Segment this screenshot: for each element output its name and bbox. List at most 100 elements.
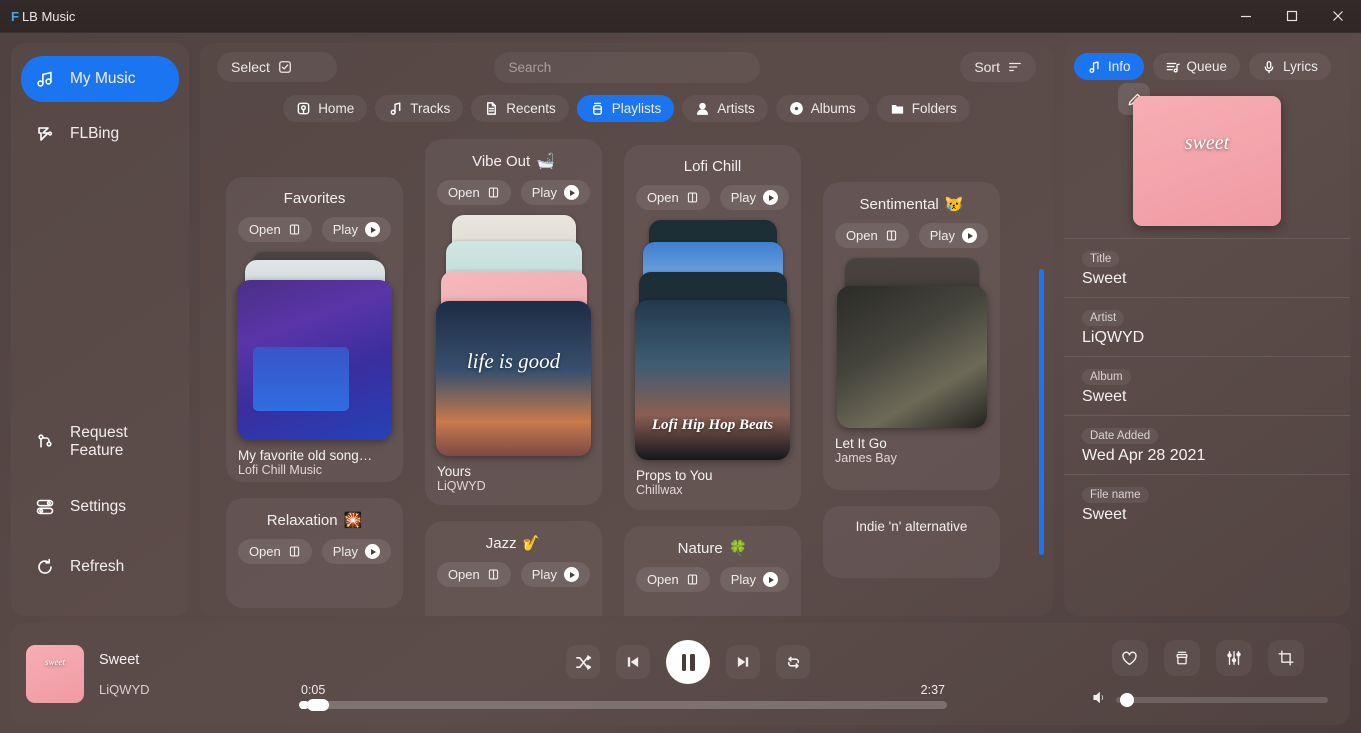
tab-label: Tracks: [410, 101, 451, 116]
volume-handle[interactable]: [1120, 693, 1135, 707]
playlist-card-favorites[interactable]: Favorites Open Play My favorite old song…: [226, 177, 403, 482]
tab-folders[interactable]: Folders: [876, 95, 970, 122]
playlist-open-button[interactable]: Open: [237, 217, 312, 242]
next-button[interactable]: [726, 645, 760, 679]
playlist-card-vibe-out[interactable]: Vibe Out 🛁 Open Play life is good Yours …: [425, 139, 602, 505]
pause-button[interactable]: [666, 640, 710, 684]
miniplayer-button[interactable]: [1267, 640, 1304, 676]
tab-queue[interactable]: Queue: [1152, 53, 1241, 80]
shuffle-button[interactable]: [566, 645, 600, 679]
tab-artists[interactable]: Artists: [682, 95, 768, 122]
info-key: Date Added: [1082, 428, 1159, 444]
sidebar-item-label: Refresh: [70, 558, 125, 575]
repeat-button[interactable]: [776, 645, 810, 679]
playlist-actions: Open Play: [436, 562, 591, 587]
playlist-play-button[interactable]: Play: [321, 539, 392, 564]
open-icon: [289, 224, 299, 235]
archive-button[interactable]: [1163, 640, 1200, 676]
playlist-card-relaxation[interactable]: Relaxation 🎇 Open Play: [226, 498, 403, 608]
album-artwork[interactable]: sweet: [1133, 96, 1281, 226]
sidebar-item-settings[interactable]: Settings: [21, 484, 179, 530]
sidebar-item-request-feature[interactable]: Request Feature: [21, 413, 179, 470]
tab-label: Albums: [810, 101, 856, 116]
maximize-icon[interactable]: [1269, 0, 1315, 33]
playlist-emoji: 🍀: [728, 540, 748, 557]
tab-recents[interactable]: Recents: [471, 95, 569, 122]
artwork-surface: sweet: [1133, 96, 1281, 226]
select-button[interactable]: Select: [217, 52, 337, 82]
playlist-play-button[interactable]: Play: [719, 567, 790, 592]
volume-icon[interactable]: [1091, 689, 1108, 711]
info-row-album: Album Sweet: [1064, 356, 1350, 415]
playlist-play-button[interactable]: Play: [918, 223, 989, 248]
sidebar-item-refresh[interactable]: Refresh: [21, 544, 179, 590]
toolbar-left: Select: [217, 52, 337, 82]
playlists-scroll-area[interactable]: Favorites Open Play My favorite old song…: [200, 139, 1053, 616]
sort-icon: [1009, 62, 1021, 72]
playlist-play-button[interactable]: Play: [520, 562, 591, 587]
content-tabs: Home Tracks Recents Playlists Artists Al…: [200, 91, 1053, 134]
playlist-card-jazz[interactable]: Jazz 🎷 Open Play: [425, 521, 602, 616]
sidebar-item-my-music[interactable]: My Music: [21, 56, 179, 102]
playlist-column: Sentimental 😿 Open Play Let It Go James …: [823, 182, 1000, 578]
now-playing-artwork[interactable]: sweet: [26, 645, 84, 703]
close-icon[interactable]: [1315, 0, 1361, 33]
time-labels: 0:05 2:37: [299, 683, 947, 697]
cover-art-surface: Lofi Hip Hop Beats: [635, 300, 790, 460]
playlist-open-button[interactable]: Open: [635, 185, 710, 210]
tab-lyrics[interactable]: Lyrics: [1249, 53, 1331, 80]
track-artist: James Bay: [835, 451, 897, 465]
sidebar-item-label: Settings: [70, 498, 127, 515]
sidebar-item-flbing[interactable]: FLBing: [21, 111, 179, 157]
info-row-file-name: File name Sweet: [1064, 474, 1350, 533]
cover-art-label: Lofi Hip Hop Beats: [651, 417, 774, 433]
track-title: My favorite old song…: [238, 448, 373, 463]
minimize-icon[interactable]: [1223, 0, 1269, 33]
tab-tracks[interactable]: Tracks: [375, 95, 464, 122]
playlist-title: Relaxation 🎇: [267, 511, 363, 530]
playlist-card-lofi-chill[interactable]: Lofi Chill Open Play Lofi Hip Hop Beats …: [624, 145, 801, 510]
favorite-button[interactable]: [1111, 640, 1148, 676]
playlist-play-button[interactable]: Play: [321, 217, 392, 242]
playlist-title: Vibe Out 🛁: [472, 152, 555, 171]
sort-button[interactable]: Sort: [960, 52, 1036, 82]
playlist-open-button[interactable]: Open: [834, 223, 909, 248]
previous-icon: [627, 657, 639, 667]
playlist-open-button[interactable]: Open: [436, 562, 511, 587]
track-title: Let It Go: [835, 436, 887, 451]
player-extras: [1065, 623, 1350, 725]
tab-label: Recents: [506, 101, 556, 116]
mic-icon: [1264, 60, 1274, 73]
playlist-play-button[interactable]: Play: [520, 180, 591, 205]
search-box[interactable]: [493, 51, 760, 83]
playlist-open-button[interactable]: Open: [237, 539, 312, 564]
pause-icon-bar: [681, 653, 686, 671]
track-artist: Chillwax: [636, 483, 683, 497]
tab-playlists[interactable]: Playlists: [576, 95, 675, 122]
volume-slider[interactable]: [1116, 693, 1328, 707]
playlist-open-button[interactable]: Open: [436, 180, 511, 205]
playlist-play-button[interactable]: Play: [719, 185, 790, 210]
play-icon: [763, 572, 779, 587]
playlist-name: Indie 'n' alternative: [855, 519, 968, 534]
seek-handle[interactable]: [307, 699, 330, 711]
playlist-card-sentimental[interactable]: Sentimental 😿 Open Play Let It Go James …: [823, 182, 1000, 490]
tab-albums[interactable]: Albums: [775, 95, 869, 122]
search-input[interactable]: [508, 59, 745, 75]
tab-info[interactable]: Info: [1074, 53, 1144, 80]
vertical-scrollbar[interactable]: [1039, 269, 1044, 555]
note-icon: [1089, 60, 1099, 73]
pause-icon-bar: [690, 653, 695, 671]
playlist-open-button[interactable]: Open: [635, 567, 710, 592]
tab-home[interactable]: Home: [283, 95, 368, 122]
seek-slider[interactable]: [299, 699, 947, 711]
playlist-card-nature[interactable]: Nature 🍀 Open Play: [624, 526, 801, 616]
play-icon: [365, 544, 381, 559]
playlist-name: Lofi Chill: [683, 158, 742, 175]
equalizer-button[interactable]: [1215, 640, 1252, 676]
sidebar-item-label: My Music: [70, 70, 136, 87]
playlist-card-indie[interactable]: Indie 'n' alternative: [823, 506, 1000, 578]
previous-button[interactable]: [616, 645, 650, 679]
archive-icon: [1175, 651, 1188, 665]
